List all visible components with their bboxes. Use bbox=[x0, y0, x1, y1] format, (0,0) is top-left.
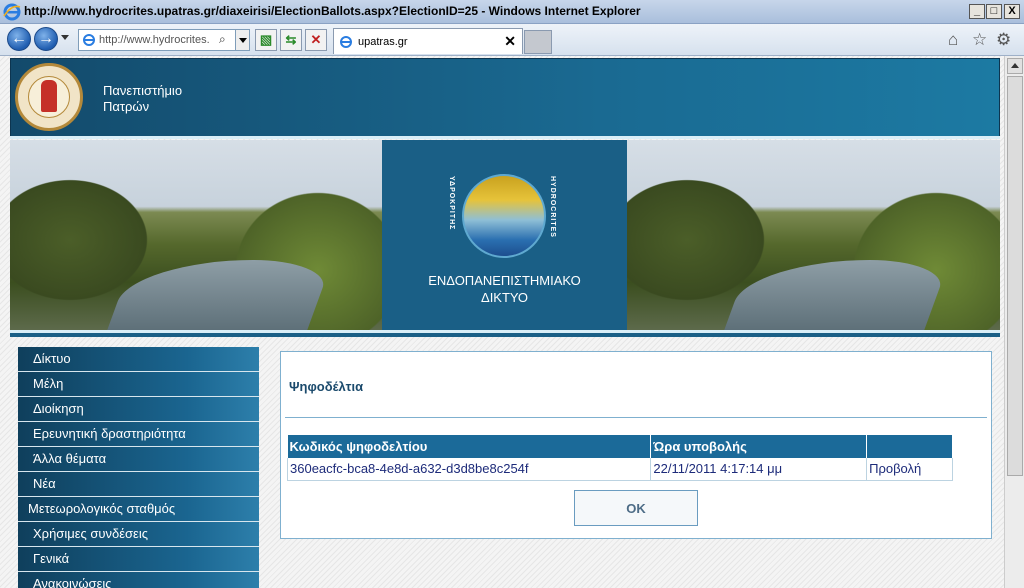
browser-toolbar: ← → http://www.hydrocrites. ⌕ ▧ ⇆ ✕ upat… bbox=[0, 24, 1024, 56]
tab-label: upatras.gr bbox=[358, 36, 408, 48]
page-title: Ψηφοδέλτια bbox=[289, 379, 364, 394]
banner-divider-dark bbox=[10, 333, 1000, 337]
university-name: Πανεπιστήμιο Πατρών bbox=[103, 83, 182, 115]
emblem-text-latin: HYDROCRITES bbox=[549, 176, 556, 238]
sidebar-item-research[interactable]: Ερευνητική δραστηριότητα bbox=[18, 422, 259, 447]
forward-button[interactable]: → bbox=[34, 27, 58, 51]
back-button[interactable]: ← bbox=[7, 27, 31, 51]
ok-button[interactable]: OK bbox=[574, 490, 698, 526]
tab-favicon-icon bbox=[340, 36, 352, 48]
search-icon[interactable]: ⌕ bbox=[219, 32, 226, 47]
banner-caption-line2: ΔΙΚΤΥΟ bbox=[481, 290, 528, 305]
scroll-up-icon[interactable] bbox=[1007, 58, 1023, 74]
university-name-line1: Πανεπιστήμιο bbox=[103, 83, 183, 98]
vertical-scrollbar[interactable] bbox=[1004, 56, 1024, 588]
close-window-button[interactable]: X bbox=[1004, 4, 1020, 19]
sidebar-item-general[interactable]: Γενικά bbox=[18, 547, 259, 572]
tools-gear-icon[interactable]: ⚙ bbox=[996, 30, 1011, 50]
forward-arrow-icon: → bbox=[38, 30, 54, 47]
ballots-panel: Ψηφοδέλτια Κωδικός ψηφοδελτίου Ώρα υποβο… bbox=[280, 351, 992, 539]
window-title: http://www.hydrocrites.upatras.gr/diaxei… bbox=[24, 4, 641, 18]
back-arrow-icon: ← bbox=[11, 30, 27, 47]
history-dropdown-icon[interactable] bbox=[61, 35, 69, 40]
emblem-text-greek: ΥΔΡΟΚΡΙΤΗΣ bbox=[448, 176, 455, 231]
header-divider bbox=[10, 136, 1000, 139]
page-favicon-icon bbox=[83, 34, 95, 46]
hydrocrites-emblem-logo bbox=[462, 174, 546, 258]
sidebar-item-network[interactable]: Δίκτυο bbox=[18, 347, 259, 372]
address-bar[interactable]: http://www.hydrocrites. ⌕ bbox=[78, 29, 250, 51]
ballot-code-cell: 360eacfc-bca8-4e8d-a632-d3d8be8c254f bbox=[286, 458, 652, 481]
table-row: 360eacfc-bca8-4e8d-a632-d3d8be8c254f 22/… bbox=[286, 458, 953, 481]
scrollbar-thumb[interactable] bbox=[1007, 76, 1023, 476]
sidebar-item-members[interactable]: Μέλη bbox=[18, 372, 259, 397]
favorites-star-icon[interactable]: ☆ bbox=[972, 30, 987, 50]
internet-explorer-icon bbox=[3, 3, 21, 21]
table-header-row: Κωδικός ψηφοδελτίου Ώρα υποβολής bbox=[287, 435, 953, 458]
refresh-button[interactable]: ⇆ bbox=[280, 29, 302, 51]
column-header-ballot-code: Κωδικός ψηφοδελτίου bbox=[287, 435, 652, 458]
university-seal-logo bbox=[15, 63, 83, 131]
site-banner: ΥΔΡΟΚΡΙΤΗΣ HYDROCRITES ΕΝΔΟΠΑΝΕΠΙΣΤΗΜΙΑΚ… bbox=[10, 140, 1000, 330]
page-viewport: Πανεπιστήμιο Πατρών ΥΔΡΟΚΡΙΤΗΣ HYDROCRIT… bbox=[0, 56, 1004, 588]
sidebar-item-weather-station[interactable]: Μετεωρολογικός σταθμός bbox=[18, 497, 259, 522]
refresh-icon: ⇆ bbox=[285, 32, 297, 47]
sidebar-item-news[interactable]: Νέα bbox=[18, 472, 259, 497]
university-name-line2: Πατρών bbox=[103, 99, 150, 114]
submission-time-cell: 22/11/2011 4:17:14 μμ bbox=[650, 458, 868, 481]
stop-icon: ✕ bbox=[310, 32, 322, 47]
sidebar-item-administration[interactable]: Διοίκηση bbox=[18, 397, 259, 422]
view-ballot-link[interactable]: Προβολή bbox=[866, 458, 953, 481]
banner-caption-line1: ΕΝΔΟΠΑΝΕΠΙΣΤΗΜΙΑΚΟ bbox=[428, 273, 581, 288]
emblem-area: ΥΔΡΟΚΡΙΤΗΣ HYDROCRITES ΕΝΔΟΠΑΝΕΠΙΣΤΗΜΙΑΚ… bbox=[382, 140, 627, 330]
address-url[interactable]: http://www.hydrocrites. bbox=[99, 34, 217, 46]
sidebar-item-useful-links[interactable]: Χρήσιμες συνδέσεις bbox=[18, 522, 259, 547]
column-header-submission-time: Ώρα υποβολής bbox=[650, 435, 868, 458]
column-header-actions bbox=[866, 435, 953, 458]
ballots-table: Κωδικός ψηφοδελτίου Ώρα υποβολής 360eacf… bbox=[286, 435, 953, 481]
sidebar-item-announcements[interactable]: Ανακοινώσεις bbox=[18, 572, 259, 588]
window-title-bar: http://www.hydrocrites.upatras.gr/diaxei… bbox=[0, 0, 1024, 24]
minimize-button[interactable]: _ bbox=[969, 4, 985, 19]
compatibility-icon: ▧ bbox=[259, 32, 273, 47]
sidebar-item-other-topics[interactable]: Άλλα θέματα bbox=[18, 447, 259, 472]
river-photo-right bbox=[627, 140, 1000, 330]
maximize-button[interactable]: □ bbox=[986, 4, 1002, 19]
new-tab-button[interactable] bbox=[524, 30, 552, 54]
sidebar-menu: Δίκτυο Μέλη Διοίκηση Ερευνητική δραστηρι… bbox=[18, 347, 259, 588]
stop-button[interactable]: ✕ bbox=[305, 29, 327, 51]
tab-upatras[interactable]: upatras.gr ✕ bbox=[333, 28, 523, 54]
compatibility-view-button[interactable]: ▧ bbox=[255, 29, 277, 51]
site-header: Πανεπιστήμιο Πατρών bbox=[10, 58, 1000, 138]
tab-close-icon[interactable]: ✕ bbox=[504, 33, 516, 50]
address-dropdown-icon[interactable] bbox=[235, 30, 249, 50]
home-icon[interactable]: ⌂ bbox=[948, 30, 958, 50]
panel-divider bbox=[285, 417, 987, 418]
river-photo-left bbox=[10, 140, 382, 330]
